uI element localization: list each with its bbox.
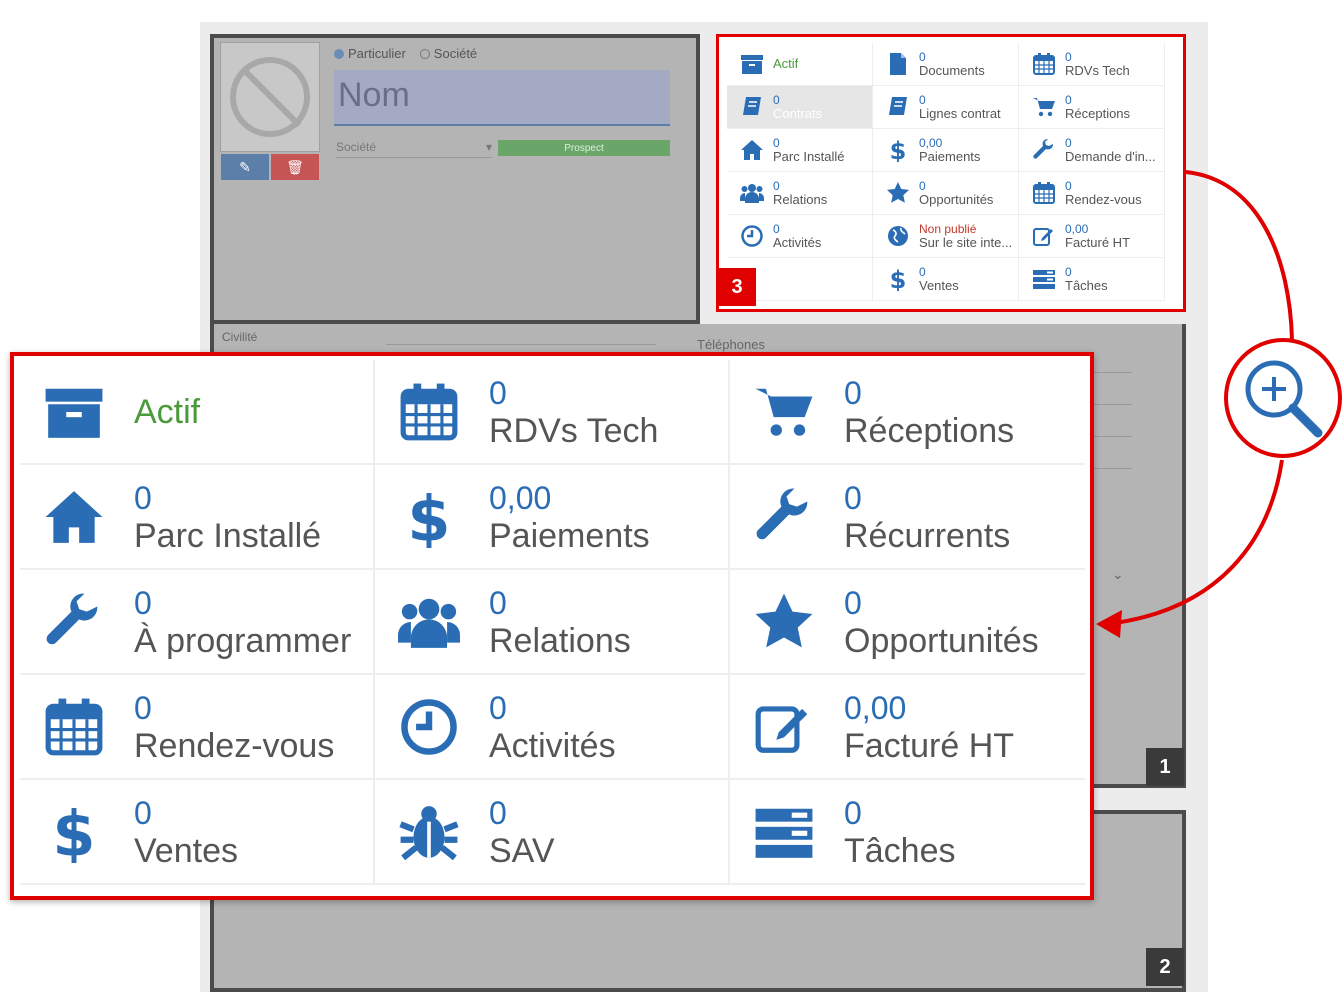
zoom-tile-tâches[interactable]: 0 Tâches xyxy=(730,780,1085,885)
zoom-tile-label: Ventes xyxy=(134,831,238,870)
tasks-icon xyxy=(752,800,816,864)
zoom-tile-label: SAV xyxy=(489,831,555,870)
screenshot-stage: ✎ 🗑 Particulier Société Nom Société ▾ Pro… xyxy=(0,0,1343,992)
zoom-tile-label: Opportunités xyxy=(844,621,1039,660)
zoom-tile-text: 0 Relations xyxy=(489,584,631,660)
bug-icon xyxy=(397,800,461,864)
zoom-tile-text: Actif xyxy=(134,393,200,431)
zoom-tile-opportunités[interactable]: 0 Opportunités xyxy=(730,570,1085,675)
zoom-tile-réceptions[interactable]: 0 Réceptions xyxy=(730,360,1085,465)
zoom-tile-text: 0 Activités xyxy=(489,689,616,765)
star-icon xyxy=(752,590,816,654)
zoom-tile-à-programmer[interactable]: 0À programmer xyxy=(20,570,375,675)
zoom-tile-text: 0 Ventes xyxy=(134,794,238,870)
zoom-tile-count: 0 xyxy=(844,374,862,411)
magnifier-glyph xyxy=(1245,360,1323,438)
zoom-tile-count: 0 xyxy=(489,374,507,411)
zoom-tile-text: 0 RDVs Tech xyxy=(489,374,658,450)
calendar-icon xyxy=(397,380,461,444)
zoom-tile-relations[interactable]: 0 Relations xyxy=(375,570,730,675)
zoom-tile-text: 0 Rendez-vous xyxy=(134,689,334,765)
zoom-tile-count: 0,00 xyxy=(844,689,907,726)
zoom-tile-parc-installé[interactable]: 0 Parc Installé xyxy=(20,465,375,570)
arrow-curve-top xyxy=(1185,170,1294,341)
zoom-tile-text: 0 Réceptions xyxy=(844,374,1014,450)
cart-icon xyxy=(752,380,816,444)
zoom-tile-label: RDVs Tech xyxy=(489,411,659,450)
zoom-tile-rdvs-tech[interactable]: 0 RDVs Tech xyxy=(375,360,730,465)
zoom-tile-activités[interactable]: 0 Activités xyxy=(375,675,730,780)
arrow-curve-bottom xyxy=(1107,459,1284,626)
zoom-tile-text: 0 Opportunités xyxy=(844,584,1039,660)
zoom-tile-paiements[interactable]: $0,00 Paiements xyxy=(375,465,730,570)
zoom-tile-facturé-ht[interactable]: 0,00 Facturé HT xyxy=(730,675,1085,780)
zoom-tile-count: 0 xyxy=(134,794,152,831)
zoom-tile-count: 0,00 xyxy=(489,479,552,516)
archive-icon xyxy=(42,380,106,444)
zoom-tile-text: 0,00 Paiements xyxy=(489,479,650,555)
zoom-tile-label: Parc Installé xyxy=(134,516,322,555)
wrench-icon xyxy=(42,590,106,654)
zoom-tile-count: 0 xyxy=(844,479,862,516)
summary-panel-zoomed: Actif 0 RDVs Tech 0 Réceptions 0 Parc Installé… xyxy=(10,352,1094,900)
zoom-tile-label: Relations xyxy=(489,621,631,660)
svg-text:$: $ xyxy=(52,801,95,863)
zoom-tile-count: 0 xyxy=(844,584,862,621)
clock-icon xyxy=(397,695,461,759)
wrench-icon xyxy=(752,485,816,549)
zoom-tile-count: 0 xyxy=(489,689,507,726)
arrow-head xyxy=(1096,610,1122,638)
calendar-icon xyxy=(42,695,106,759)
zoom-tile-count: 0 xyxy=(489,794,507,831)
zoom-tile-text: 0 Tâches xyxy=(844,794,956,870)
summary-grid-zoomed: Actif 0 RDVs Tech 0 Réceptions 0 Parc Installé… xyxy=(20,360,1085,885)
dollar-icon: $ xyxy=(397,485,461,549)
zoom-tile-count: 0 xyxy=(134,584,152,621)
zoom-tile-count: 0 xyxy=(489,584,507,621)
zoom-tile-rendez-vous[interactable]: 0 Rendez-vous xyxy=(20,675,375,780)
zoom-tile-text: 0,00 Facturé HT xyxy=(844,689,1014,765)
home-icon xyxy=(42,485,106,549)
zoom-tile-label: Tâches xyxy=(844,831,956,870)
dollar-icon: $ xyxy=(42,800,106,864)
zoom-tile-text: 0 Parc Installé xyxy=(134,479,321,555)
zoom-tile-count: 0 xyxy=(134,479,152,516)
zoom-tile-label: Réceptions xyxy=(844,411,1015,450)
zoom-tile-label: Facturé HT xyxy=(844,726,1015,765)
zoom-tile-text: 0 SAV xyxy=(489,794,555,870)
zoom-tile-récurrents[interactable]: 0 Récurrents xyxy=(730,465,1085,570)
zoom-tile-text: 0 Récurrents xyxy=(844,479,1010,555)
zoom-tile-count: 0 xyxy=(844,794,862,831)
svg-text:$: $ xyxy=(407,486,450,548)
zoom-in-icon xyxy=(1224,338,1342,458)
zoom-tile-ventes[interactable]: $0 Ventes xyxy=(20,780,375,885)
edit-icon xyxy=(752,695,816,759)
zoom-tile-label: Paiements xyxy=(489,516,650,555)
zoom-tile-actif[interactable]: Actif xyxy=(20,360,375,465)
zoom-tile-label: À programmer xyxy=(134,621,352,660)
users-icon xyxy=(397,590,461,654)
zoom-tile-label: Actif xyxy=(134,392,201,431)
zoom-tile-sav[interactable]: 0 SAV xyxy=(375,780,730,885)
zoom-tile-label: Activités xyxy=(489,726,616,765)
zoom-tile-label: Rendez-vous xyxy=(134,726,335,765)
zoom-tile-count: 0 xyxy=(134,689,152,726)
zoom-tile-label: Récurrents xyxy=(844,516,1011,555)
zoom-tile-text: 0À programmer xyxy=(134,584,351,660)
